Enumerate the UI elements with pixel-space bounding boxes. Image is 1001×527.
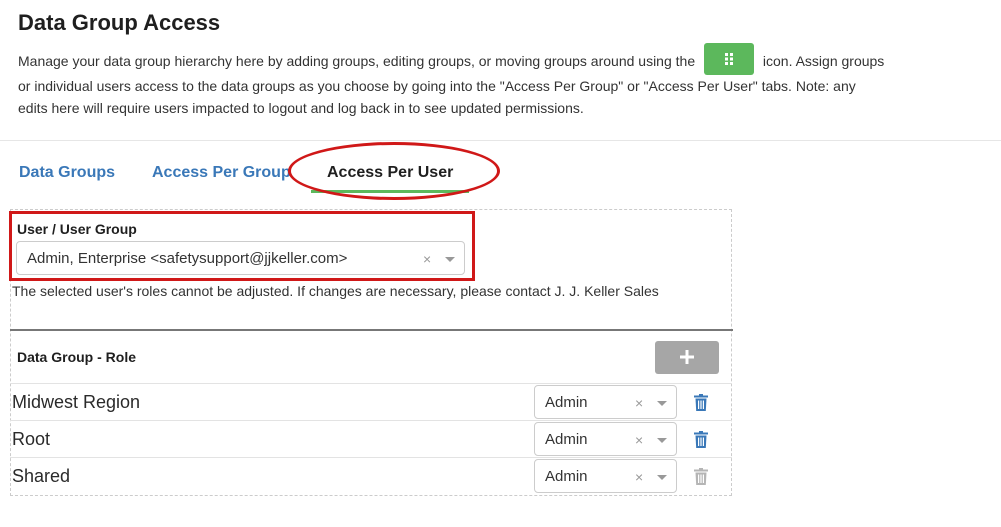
tab-bar: Data Groups Access Per Group Access Per … — [0, 142, 520, 201]
description-line-3: edits here will require users impacted t… — [18, 100, 584, 116]
chevron-down-icon[interactable] — [657, 401, 667, 406]
table-row: Midwest Region Admin × — [10, 383, 732, 420]
role-select-value: Admin — [545, 431, 588, 448]
description-text-1: Manage your data group hierarchy here by… — [18, 53, 696, 69]
chevron-down-icon[interactable] — [657, 475, 667, 480]
close-icon[interactable]: × — [635, 386, 643, 420]
close-icon[interactable]: × — [635, 423, 643, 457]
trash-icon[interactable] — [694, 431, 708, 448]
table-row: Shared Admin × — [10, 457, 732, 494]
chevron-down-icon[interactable] — [657, 438, 667, 443]
user-select[interactable]: Admin, Enterprise <safetysupport@jjkelle… — [16, 241, 465, 275]
header-divider — [0, 140, 1001, 141]
row-name: Midwest Region — [12, 392, 141, 412]
trash-icon-disabled — [694, 468, 708, 485]
chevron-down-icon[interactable] — [445, 257, 455, 262]
close-icon[interactable]: × — [423, 242, 431, 276]
page-title: Data Group Access — [18, 10, 221, 35]
table-row: Root Admin × — [10, 420, 732, 457]
row-name: Root — [12, 429, 51, 449]
description-text-2: icon. Assign groups — [762, 53, 885, 69]
table-header-label: Data Group - Role — [17, 349, 137, 365]
page-description: Manage your data group hierarchy here by… — [18, 43, 988, 121]
role-select-value: Admin — [545, 394, 588, 411]
tab-data-groups[interactable]: Data Groups — [19, 155, 115, 193]
grip-icon — [725, 53, 733, 66]
plus-icon — [680, 350, 694, 364]
role-select[interactable]: Admin × — [534, 422, 677, 456]
move-grip-button — [704, 43, 754, 76]
notice-text: The selected user's roles cannot be adju… — [12, 283, 659, 299]
role-select[interactable]: Admin × — [534, 459, 677, 493]
tab-access-per-group[interactable]: Access Per Group — [152, 155, 291, 193]
user-select-value: Admin, Enterprise <safetysupport@jjkelle… — [27, 250, 348, 267]
tab-access-per-user[interactable]: Access Per User — [311, 155, 470, 193]
trash-icon[interactable] — [694, 394, 708, 411]
role-select[interactable]: Admin × — [534, 385, 677, 419]
add-role-button[interactable] — [655, 341, 719, 374]
table-top-border — [10, 329, 733, 331]
user-field-label: User / User Group — [17, 221, 137, 237]
role-select-value: Admin — [545, 468, 588, 485]
row-name: Shared — [12, 466, 71, 486]
close-icon[interactable]: × — [635, 460, 643, 494]
